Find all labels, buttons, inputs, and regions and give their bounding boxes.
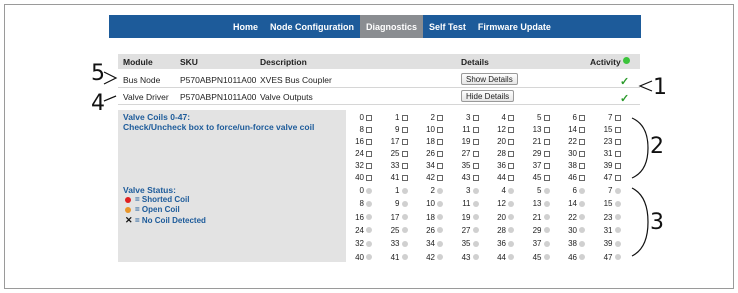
callout-3: 3 xyxy=(650,210,664,235)
callout-1: 1 xyxy=(653,75,667,100)
callout-2: 2 xyxy=(650,134,664,159)
callout-4: 4 xyxy=(91,91,105,116)
callout-lines xyxy=(103,71,653,257)
callout-5: 5 xyxy=(91,61,105,86)
